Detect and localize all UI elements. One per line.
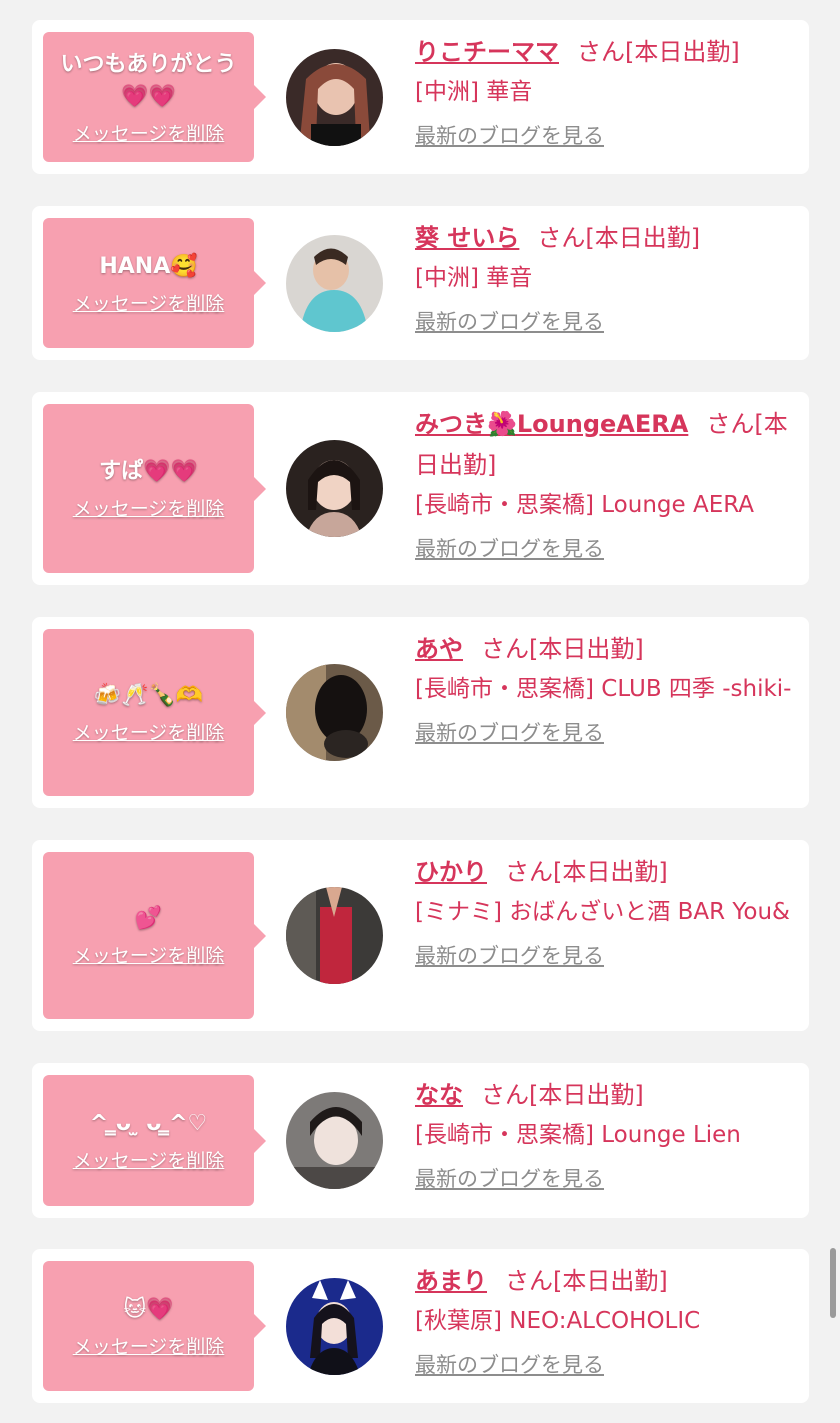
delete-message-link[interactable]: メッセージを削除: [73, 119, 225, 146]
message-bubble: 🍻🥂🍾🫶 メッセージを削除: [43, 629, 266, 796]
message-text: いつもありがとう💗💗: [60, 51, 237, 109]
latest-blog-link[interactable]: 最新のブログを見る: [415, 307, 604, 337]
cast-info: なな さん[本日出勤] [長崎市・思案橋] Lounge Lien 最新のブログを…: [415, 1075, 795, 1194]
delete-message-link[interactable]: メッセージを削除: [73, 289, 225, 316]
message-text: ^ ̳ᴗ ̫ ᴗ ̳^♡: [89, 1111, 208, 1136]
avatar[interactable]: [286, 440, 383, 537]
cast-name-link[interactable]: みつき🌺LoungeAERA: [415, 410, 688, 438]
cast-status: さん[本日出勤]: [577, 38, 740, 66]
avatar[interactable]: [286, 49, 383, 146]
cast-status: さん[本日出勤]: [481, 635, 644, 663]
list-item: 💕 メッセージを削除 ひかり さん[本日出勤] [ミナミ] おばんざいと酒 BAR…: [32, 840, 809, 1031]
avatar[interactable]: [286, 887, 383, 984]
shop-label: [中洲] 華音: [415, 79, 533, 105]
message-text: HANA🥰: [99, 253, 198, 279]
cast-status: さん[本日出勤]: [505, 858, 668, 886]
cast-info: あまり さん[本日出勤] [秋葉原] NEO:ALCOHOLIC 最新のブログを見…: [415, 1261, 795, 1380]
latest-blog-link[interactable]: 最新のブログを見る: [415, 941, 604, 971]
cast-status: さん[本日出勤]: [505, 1267, 668, 1295]
latest-blog-link[interactable]: 最新のブログを見る: [415, 718, 604, 748]
cast-info: りこチーママ さん[本日出勤] [中洲] 華音 最新のブログを見る: [415, 32, 795, 151]
avatar[interactable]: [286, 664, 383, 761]
message-text: 🍻🥂🍾🫶: [93, 683, 204, 708]
list-item: HANA🥰 メッセージを削除 葵 せいら さん[本日出勤] [中洲] 華音 最新の…: [32, 206, 809, 360]
shop-label: [秋葉原] NEO:ALCOHOLIC: [415, 1308, 701, 1334]
message-bubble: ^ ̳ᴗ ̫ ᴗ ̳^♡ メッセージを削除: [43, 1075, 266, 1206]
list-item: 🍻🥂🍾🫶 メッセージを削除 あや さん[本日出勤] [長崎市・思案橋] CLUB …: [32, 617, 809, 808]
list-item: すぱ💗💗 メッセージを削除 みつき🌺LoungeAERA さん[本日出勤] [長崎…: [32, 392, 809, 585]
latest-blog-link[interactable]: 最新のブログを見る: [415, 1350, 604, 1380]
message-text: 💕: [134, 906, 163, 931]
message-text: 🐱💗: [123, 1296, 174, 1322]
avatar[interactable]: [286, 1092, 383, 1189]
cast-name-link[interactable]: あや: [415, 635, 463, 663]
message-bubble: すぱ💗💗 メッセージを削除: [43, 404, 266, 573]
delete-message-link[interactable]: メッセージを削除: [73, 718, 225, 745]
message-bubble: 🐱💗 メッセージを削除: [43, 1261, 266, 1391]
delete-message-link[interactable]: メッセージを削除: [73, 1146, 225, 1173]
list-item: ^ ̳ᴗ ̫ ᴗ ̳^♡ メッセージを削除 なな さん[本日出勤] [長崎市・思案…: [32, 1063, 809, 1218]
shop-label: [中洲] 華音: [415, 265, 533, 291]
avatar[interactable]: [286, 235, 383, 332]
delete-message-link[interactable]: メッセージを削除: [73, 1332, 225, 1359]
cast-info: ひかり さん[本日出勤] [ミナミ] おばんざいと酒 BAR You& 最新のブロ…: [415, 852, 795, 971]
cast-name-link[interactable]: ひかり: [415, 858, 487, 886]
message-text: すぱ💗💗: [99, 459, 198, 484]
delete-message-link[interactable]: メッセージを削除: [73, 941, 225, 968]
latest-blog-link[interactable]: 最新のブログを見る: [415, 1164, 604, 1194]
delete-message-link[interactable]: メッセージを削除: [73, 494, 225, 521]
message-bubble: 💕 メッセージを削除: [43, 852, 266, 1019]
shop-label: [長崎市・思案橋] Lounge AERA: [415, 492, 755, 518]
shop-label: [長崎市・思案橋] CLUB 四季 -shiki-: [415, 676, 792, 702]
cast-name-link[interactable]: なな: [415, 1081, 463, 1109]
list-item: いつもありがとう💗💗 メッセージを削除 りこチーママ さん[本日出勤] [中洲] …: [32, 20, 809, 174]
cast-status: さん[本日出勤]: [481, 1081, 644, 1109]
cast-info: あや さん[本日出勤] [長崎市・思案橋] CLUB 四季 -shiki- 最新の…: [415, 629, 795, 748]
cast-name-link[interactable]: あまり: [415, 1267, 487, 1295]
cast-status: さん[本日出勤]: [537, 224, 701, 252]
list-item: 🐱💗 メッセージを削除 あまり さん[本日出勤] [秋葉原] NEO:ALCOHO…: [32, 1249, 809, 1403]
cast-name-link[interactable]: りこチーママ: [415, 38, 559, 66]
cast-info: 葵 せいら さん[本日出勤] [中洲] 華音 最新のブログを見る: [415, 218, 795, 337]
latest-blog-link[interactable]: 最新のブログを見る: [415, 121, 604, 151]
message-bubble: HANA🥰 メッセージを削除: [43, 218, 266, 348]
message-bubble: いつもありがとう💗💗 メッセージを削除: [43, 32, 266, 162]
shop-label: [長崎市・思案橋] Lounge Lien: [415, 1122, 741, 1148]
latest-blog-link[interactable]: 最新のブログを見る: [415, 534, 604, 564]
cast-info: みつき🌺LoungeAERA さん[本日出勤] [長崎市・思案橋] Lounge …: [415, 404, 795, 564]
shop-label: [ミナミ] おばんざいと酒 BAR You&: [415, 899, 790, 925]
avatar[interactable]: [286, 1278, 383, 1375]
cast-name-link[interactable]: 葵 せいら: [415, 224, 519, 252]
scrollbar[interactable]: [830, 1248, 836, 1318]
